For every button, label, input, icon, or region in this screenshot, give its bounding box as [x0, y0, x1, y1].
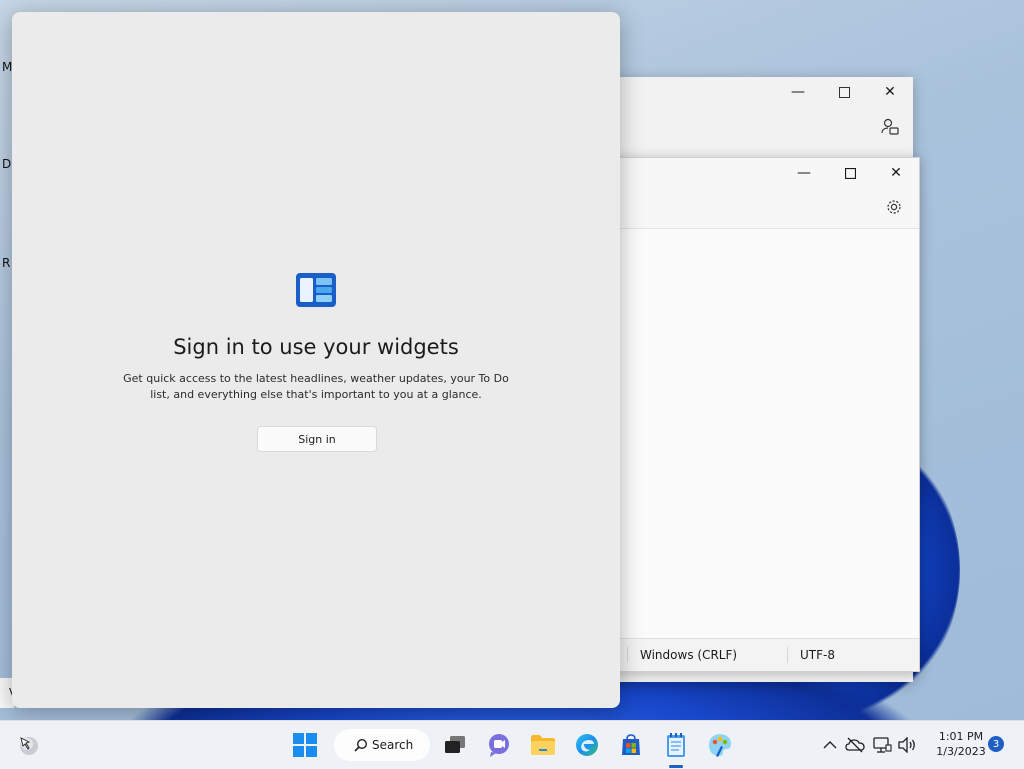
search-icon — [354, 738, 368, 752]
minimize-button[interactable]: — — [781, 158, 827, 188]
chevron-up-icon[interactable] — [816, 729, 844, 761]
maximize-button[interactable] — [827, 158, 873, 188]
maximize-icon — [838, 86, 850, 98]
close-button[interactable]: ✕ — [873, 158, 919, 188]
taskbar: Search 1:01 PM 1/3/2023 3 — [0, 720, 1024, 769]
search-button[interactable]: Search — [334, 729, 430, 761]
widgets-panel: Sign in to use your widgets Get quick ac… — [12, 12, 620, 708]
widgets-title: Sign in to use your widgets — [173, 335, 459, 359]
maximize-button[interactable] — [821, 77, 867, 107]
desktop-icon-label[interactable]: M — [2, 60, 12, 74]
notepad-window[interactable]: — ✕ Windows (CRLF) UTF-8 — [612, 157, 920, 672]
gear-icon[interactable] — [885, 198, 907, 220]
onedrive-off-icon[interactable] — [841, 729, 869, 761]
system-clock[interactable]: 1:01 PM 1/3/2023 — [928, 729, 994, 759]
task-view-icon[interactable] — [439, 729, 471, 761]
clock-time: 1:01 PM — [938, 730, 984, 743]
widgets-icon — [296, 273, 336, 307]
clock-date: 1/3/2023 — [936, 745, 986, 758]
volume-icon[interactable] — [893, 729, 921, 761]
store-icon[interactable] — [615, 729, 647, 761]
search-label: Search — [372, 738, 414, 752]
file-explorer-icon[interactable] — [527, 729, 559, 761]
widgets-description: Get quick access to the latest headlines… — [123, 372, 509, 401]
close-button[interactable]: ✕ — [867, 77, 913, 107]
status-encoding: UTF-8 — [800, 648, 835, 662]
network-icon[interactable] — [868, 729, 896, 761]
status-line-ending: Windows (CRLF) — [640, 648, 738, 662]
notepad-icon[interactable] — [660, 729, 692, 761]
desktop-icon-label[interactable]: D — [2, 157, 11, 171]
start-icon[interactable] — [289, 729, 321, 761]
chat-icon[interactable] — [483, 729, 515, 761]
text-editor-area[interactable] — [613, 228, 919, 639]
minimize-button[interactable]: — — [775, 77, 821, 107]
status-separator — [787, 647, 788, 663]
edge-icon[interactable] — [571, 729, 603, 761]
weather-icon[interactable] — [12, 729, 44, 761]
sign-in-button[interactable]: Sign in — [257, 426, 377, 452]
status-separator — [627, 647, 628, 663]
maximize-icon — [844, 167, 856, 179]
desktop-icon-label[interactable]: R — [2, 256, 10, 270]
paint-icon[interactable] — [704, 729, 736, 761]
accounts-icon[interactable] — [880, 117, 904, 139]
status-bar: Windows (CRLF) UTF-8 — [613, 638, 919, 671]
notification-badge[interactable]: 3 — [988, 736, 1004, 752]
